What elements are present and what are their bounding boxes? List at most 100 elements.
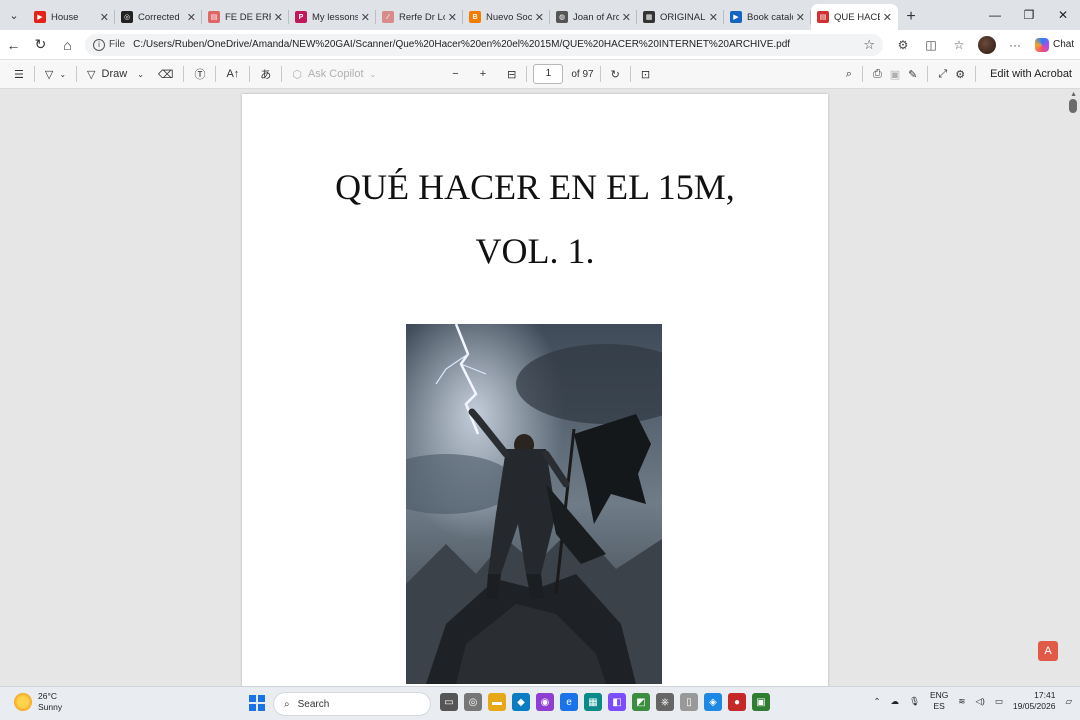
divider <box>975 66 977 82</box>
app-icon[interactable]: ◩ <box>632 693 650 711</box>
rotate-icon[interactable]: ↻ <box>607 62 624 86</box>
erase-icon[interactable]: ⌫ <box>154 62 178 86</box>
print-icon[interactable]: ⎙ <box>869 62 886 86</box>
translate-icon[interactable]: あ <box>256 62 275 86</box>
tabs: ▶House✕◎Corrected✕▤FE DE ERRA✕PMy lesson… <box>28 2 898 30</box>
browser-tab[interactable]: ◎ Corrected ✕ <box>115 4 202 30</box>
tab-favicon-icon: ∕ <box>382 11 394 23</box>
tab-close-icon[interactable]: ✕ <box>448 11 457 24</box>
language-indicator[interactable]: ENG ES <box>930 690 948 712</box>
battery-icon[interactable]: ▭ <box>995 696 1003 707</box>
browser-tab[interactable]: ∕ Rerfe Dr Loi✕ <box>376 4 463 30</box>
browser-tab[interactable]: P My lessons ✕ <box>289 4 376 30</box>
read-aloud-icon[interactable]: A↑ <box>222 62 243 86</box>
favorites-icon[interactable]: ☆ <box>947 33 971 57</box>
tab-close-icon[interactable]: ✕ <box>883 11 892 24</box>
browser-tab[interactable]: ▶ House ✕ <box>28 4 115 30</box>
app-icon[interactable]: ▯ <box>680 693 698 711</box>
copilot-chat-button[interactable]: Chat <box>1035 37 1074 52</box>
app-icon[interactable]: ● <box>728 693 746 711</box>
start-button[interactable] <box>249 695 265 711</box>
add-text-icon[interactable]: Ⓣ <box>190 62 209 86</box>
profile-avatar[interactable] <box>975 33 999 57</box>
tab-close-icon[interactable]: ✕ <box>709 11 718 24</box>
extensions-icon[interactable]: ⚙ <box>891 33 915 57</box>
browser-tab[interactable]: ◍ Joan of Arc ✕ <box>550 4 637 30</box>
tab-actions-menu-icon[interactable]: ⌄ <box>0 0 28 30</box>
notification-icon[interactable]: ▱ <box>1065 696 1072 707</box>
microphone-icon[interactable]: 🎙︎ <box>909 696 920 707</box>
draw-button[interactable]: ▽ Draw ⌄ <box>83 62 148 86</box>
tab-close-icon[interactable]: ✕ <box>796 11 805 24</box>
browser-tab[interactable]: ▦ ORIGINALE✕ <box>637 4 724 30</box>
onedrive-icon[interactable]: ☁ <box>891 696 900 707</box>
vertical-scrollbar[interactable] <box>1069 99 1077 113</box>
app-icon[interactable]: ◈ <box>704 693 722 711</box>
time: 17:41 <box>1034 690 1056 700</box>
acrobat-icon[interactable]: A <box>1038 641 1058 661</box>
search-icon[interactable]: ⌕ <box>842 62 856 86</box>
browser-tab[interactable]: ▶ Book catalo ✕ <box>724 4 811 30</box>
home-icon[interactable]: ⌂ <box>54 31 81 59</box>
weather-widget[interactable]: 26°C Sunny <box>14 691 62 713</box>
refresh-icon[interactable]: ↻ <box>27 31 54 59</box>
page-view-icon[interactable]: ⊡ <box>637 62 654 86</box>
tab-close-icon[interactable]: ✕ <box>274 11 283 24</box>
app-icon[interactable]: ◧ <box>608 693 626 711</box>
app-icon[interactable]: ◎ <box>464 693 482 711</box>
store-icon[interactable]: ◆ <box>512 693 530 711</box>
scroll-up-icon[interactable]: ▲ <box>1070 91 1077 98</box>
zoom-out-icon[interactable]: − <box>448 62 462 86</box>
fullscreen-icon[interactable]: ⤢ <box>934 62 951 86</box>
file-explorer-icon[interactable]: ▬ <box>488 693 506 711</box>
app-icon[interactable]: ◉ <box>536 693 554 711</box>
back-icon[interactable]: ← <box>0 31 27 59</box>
browser-tab[interactable]: ▤ QUE HACE ✕ <box>811 4 898 30</box>
new-tab-icon[interactable]: + <box>898 4 924 30</box>
highlight-icon[interactable]: ▽ ⌄ <box>41 62 70 86</box>
zoom-in-icon[interactable]: + <box>476 62 490 86</box>
app-icon[interactable]: ▦ <box>584 693 602 711</box>
edge-icon[interactable]: e <box>560 693 578 711</box>
fit-page-icon[interactable]: ⊟ <box>503 62 520 86</box>
chevron-up-icon[interactable]: ⌃ <box>874 696 881 707</box>
restore-icon[interactable]: ❐ <box>1012 0 1046 30</box>
browser-tab[interactable]: B Nuevo Soci ✕ <box>463 4 550 30</box>
volume-icon[interactable]: ◁) <box>976 696 985 707</box>
task-view-icon[interactable]: ▭ <box>440 693 458 711</box>
taskbar-search[interactable]: ⌕ Search <box>273 692 431 716</box>
edit-with-acrobat-button[interactable]: Edit with Acrobat <box>982 68 1080 80</box>
tab-title: Nuevo Soci <box>486 11 532 23</box>
taskbar: 26°C Sunny ⌕ Search ▭ ◎ ▬ ◆ ◉ e ▦ ◧ ◩ ⎈ … <box>0 686 1080 720</box>
clock[interactable]: 17:41 19/05/2026 <box>1013 690 1056 712</box>
ask-copilot-button[interactable]: ⬡ Ask Copilot ⌄ <box>288 62 380 86</box>
settings-gear-icon[interactable]: ⚙ <box>951 62 969 86</box>
page-number-input[interactable]: 1 <box>533 64 564 84</box>
cover-illustration <box>406 324 662 684</box>
wifi-icon[interactable]: ≋ <box>958 696 965 707</box>
save-icon[interactable]: ▣ <box>886 62 904 86</box>
split-screen-icon[interactable]: ◫ <box>919 33 943 57</box>
tab-close-icon[interactable]: ✕ <box>187 11 196 24</box>
tab-close-icon[interactable]: ✕ <box>361 11 370 24</box>
pdf-viewer[interactable]: QUÉ HACER EN EL 15M, VOL. 1. ▲ A <box>0 89 1080 686</box>
more-options-icon[interactable]: ··· <box>1003 33 1027 57</box>
tab-close-icon[interactable]: ✕ <box>622 11 631 24</box>
url-field[interactable]: i File C:/Users/Ruben/OneDrive/Amanda/NE… <box>85 33 883 56</box>
url-text[interactable]: C:/Users/Ruben/OneDrive/Amanda/NEW%20GAI… <box>133 39 863 50</box>
save-as-icon[interactable]: ✎ <box>904 62 921 86</box>
document-title-line1: QUÉ HACER EN EL 15M, <box>335 167 735 207</box>
browser-tab[interactable]: ▤ FE DE ERRA✕ <box>202 4 289 30</box>
app-icon[interactable]: ▣ <box>752 693 770 711</box>
tab-title: Rerfe Dr Loi <box>399 11 445 23</box>
tab-title: Corrected <box>138 11 180 23</box>
contents-icon[interactable]: ☰ <box>10 62 28 86</box>
minimize-icon[interactable]: — <box>978 0 1012 30</box>
app-icon[interactable]: ⎈ <box>656 693 674 711</box>
site-info-icon[interactable]: i <box>93 38 105 51</box>
tab-close-icon[interactable]: ✕ <box>535 11 544 24</box>
close-window-icon[interactable]: ✕ <box>1046 0 1080 30</box>
tab-close-icon[interactable]: ✕ <box>100 11 109 24</box>
favorite-star-icon[interactable]: ☆ <box>863 37 875 53</box>
